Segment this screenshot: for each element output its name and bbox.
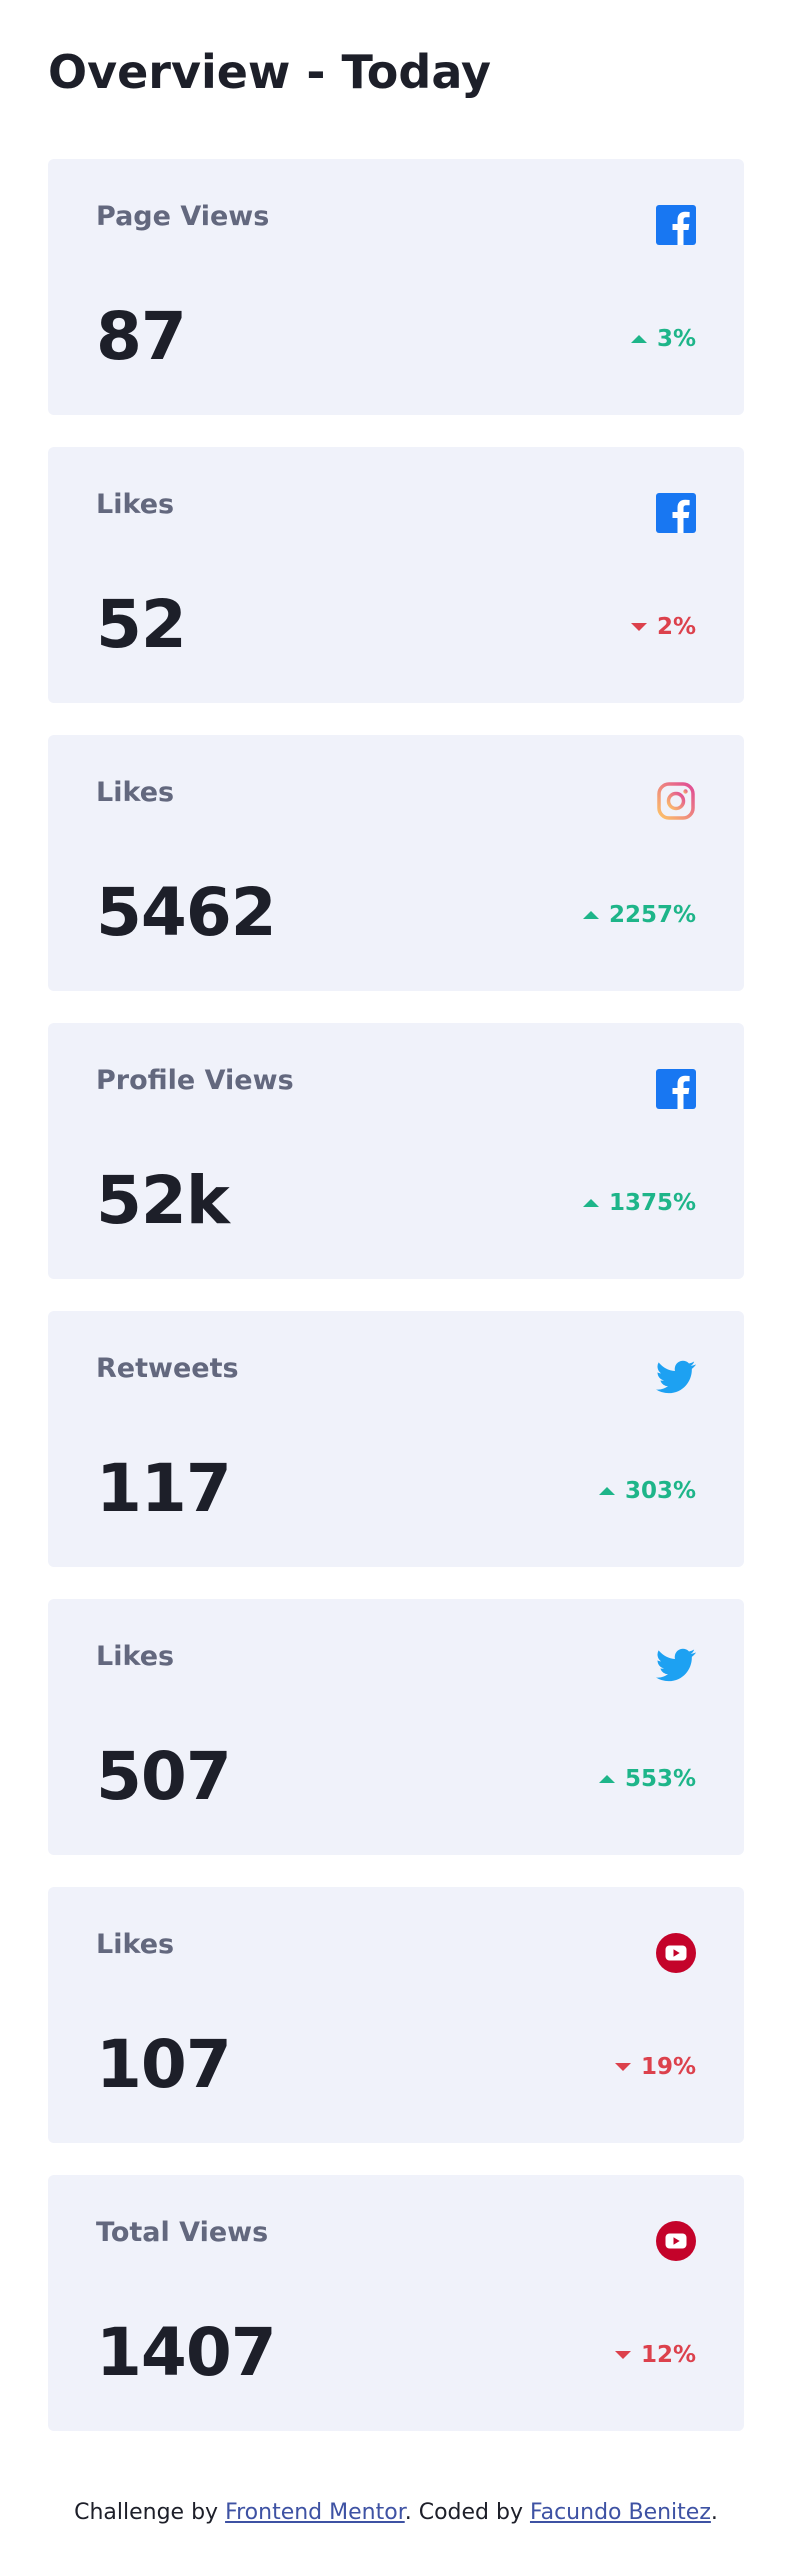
card-label: Likes <box>96 777 175 808</box>
card-change: 3% <box>630 325 696 353</box>
arrow-up-icon <box>598 1487 615 1495</box>
change-percent: 19% <box>640 2054 696 2080</box>
arrow-up-icon <box>582 911 599 919</box>
card-label: Likes <box>96 1641 175 1672</box>
card-label: Likes <box>96 489 175 520</box>
card-value: 5462 <box>96 874 277 951</box>
overview-cards: Page Views 87 3% Likes 52 2% Likes 5462 2257% … <box>48 159 744 2463</box>
footer-suffix: . <box>710 2500 718 2525</box>
arrow-up-icon <box>630 335 647 343</box>
card-label: Page Views <box>96 201 270 232</box>
overview-card: Likes 5462 2257% <box>48 735 744 991</box>
change-percent: 12% <box>640 2342 696 2368</box>
change-percent: 2257% <box>608 902 696 928</box>
card-label: Retweets <box>96 1353 239 1384</box>
author-link[interactable]: Facundo Benitez <box>530 2500 711 2525</box>
card-value: 1407 <box>96 2314 277 2391</box>
youtube-icon <box>656 2221 696 2261</box>
footer-prefix: Challenge by <box>74 2500 226 2525</box>
facebook-icon <box>656 205 696 245</box>
card-change: 19% <box>614 2053 696 2081</box>
card-change: 2257% <box>582 901 696 929</box>
instagram-icon <box>656 781 696 821</box>
facebook-icon <box>656 1069 696 1109</box>
change-percent: 2% <box>656 614 696 640</box>
twitter-icon <box>656 1645 696 1685</box>
card-change: 2% <box>630 613 696 641</box>
card-value: 507 <box>96 1738 232 1815</box>
twitter-icon <box>656 1357 696 1397</box>
card-value: 52k <box>96 1162 230 1239</box>
overview-card: Likes 52 2% <box>48 447 744 703</box>
overview-card: Profile Views 52k 1375% <box>48 1023 744 1279</box>
change-percent: 1375% <box>608 1190 696 1216</box>
card-label: Profile Views <box>96 1065 294 1096</box>
facebook-icon <box>656 493 696 533</box>
frontend-mentor-link[interactable]: Frontend Mentor <box>225 2500 405 2525</box>
footer-middle: . Coded by <box>404 2500 530 2525</box>
change-percent: 303% <box>624 1478 696 1504</box>
card-label: Total Views <box>96 2217 269 2248</box>
card-change: 303% <box>598 1477 696 1505</box>
overview-card: Likes 107 19% <box>48 1887 744 2143</box>
overview-card: Total Views 1407 12% <box>48 2175 744 2431</box>
overview-card: Page Views 87 3% <box>48 159 744 415</box>
overview-card: Retweets 117 303% <box>48 1311 744 1567</box>
arrow-down-icon <box>614 2351 631 2359</box>
arrow-down-icon <box>614 2063 631 2071</box>
overview-card: Likes 507 553% <box>48 1599 744 1855</box>
footer-attribution: Challenge by Frontend Mentor. Coded by F… <box>0 2500 792 2525</box>
card-change: 553% <box>598 1765 696 1793</box>
arrow-down-icon <box>630 623 647 631</box>
change-percent: 553% <box>624 1766 696 1792</box>
card-value: 107 <box>96 2026 232 2103</box>
card-value: 87 <box>96 298 187 375</box>
card-value: 117 <box>96 1450 232 1527</box>
card-label: Likes <box>96 1929 175 1960</box>
card-change: 12% <box>614 2341 696 2369</box>
youtube-icon <box>656 1933 696 1973</box>
card-change: 1375% <box>582 1189 696 1217</box>
card-value: 52 <box>96 586 187 663</box>
arrow-up-icon <box>598 1775 615 1783</box>
change-percent: 3% <box>656 326 696 352</box>
arrow-up-icon <box>582 1199 599 1207</box>
page-title: Overview - Today <box>48 45 491 99</box>
